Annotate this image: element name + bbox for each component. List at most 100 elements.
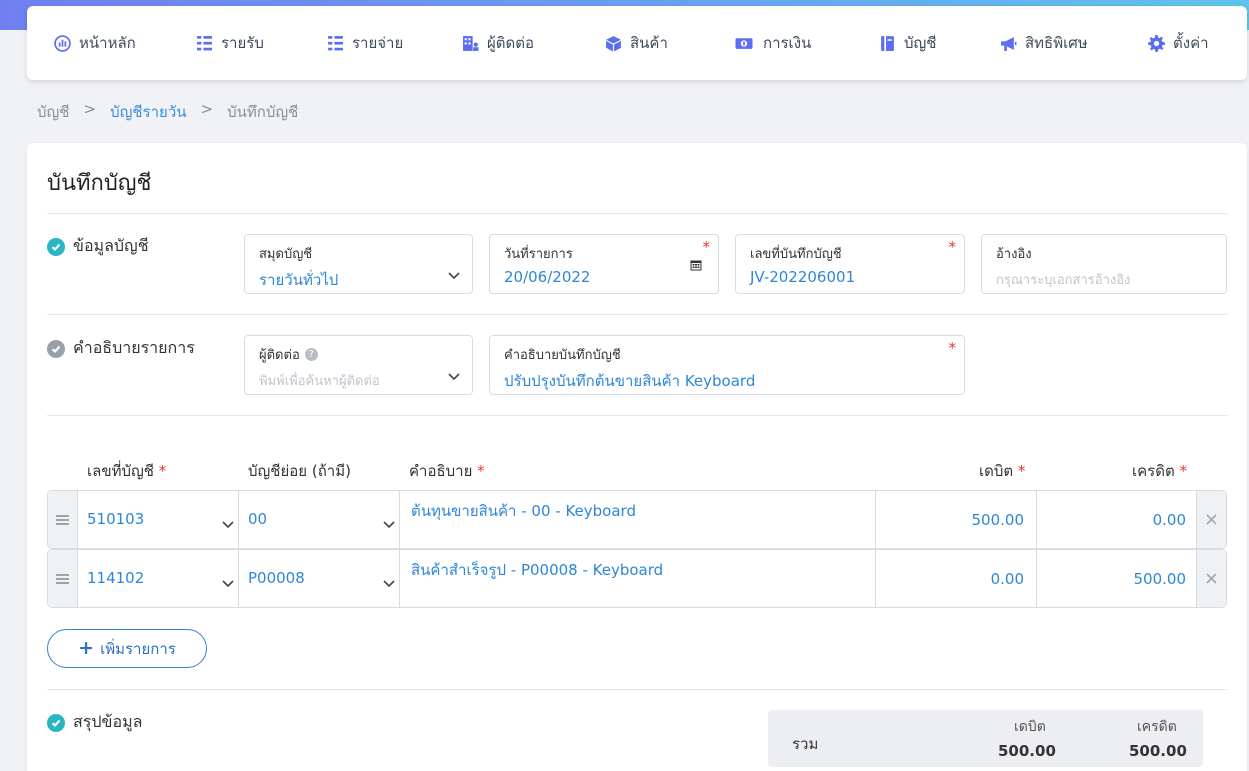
col-header-description: คำอธิบาย * [409,462,485,480]
breadcrumb-separator: > [83,100,97,118]
debit-input[interactable]: 500.00 [876,491,1037,548]
field-value: ปรับปรุงบันทึกต้นขายสินค้า Keyboard [504,372,756,390]
account-select[interactable]: 510103 [78,491,239,548]
breadcrumb-current: บันทึกบัญชี [227,103,299,121]
remove-row-button[interactable] [1196,491,1226,548]
nav-item-privileges[interactable]: สิทธิพิเศษ [1000,30,1088,56]
check-circle-icon [47,713,65,732]
chevron-down-icon [448,265,460,280]
sub-account-value: P00008 [248,569,305,587]
section-summary: สรุปข้อมูล [47,710,142,735]
memo-input[interactable]: คำอธิบายบันทึกบัญชี ปรับปรุงบันทึกต้นขาย… [489,335,965,395]
help-icon[interactable]: ? [304,348,318,361]
required-marker: * [948,238,957,256]
account-value: 510103 [87,510,145,528]
section-title: สรุปข้อมูล [73,712,143,731]
section-title: ข้อมูลบัญชี [73,236,149,255]
breadcrumb-daily-journal[interactable]: บัญชีรายวัน [110,100,186,124]
field-label: สมุดบัญชี [259,247,313,262]
contact-select[interactable]: ผู้ติดต่อ ? พิมพ์เพื่อค้นหาผู้ติดต่อ [244,335,473,395]
drag-handle-icon[interactable] [48,550,78,607]
add-line-label: เพิ่มรายการ [100,639,176,658]
divider [47,415,1227,416]
field-label: คำอธิบายบันทึกบัญชี [504,348,621,363]
nav-label: บัญชี [904,34,937,52]
field-label: วันที่รายการ [504,247,573,262]
ledger-book-icon [881,35,894,51]
description-input[interactable]: สินค้าสำเร็จรูป - P00008 - Keyboard [400,550,876,607]
section-description: คำอธิบายรายการ [47,336,195,361]
sub-account-select[interactable]: P00008 [239,550,400,607]
nav-item-dashboard[interactable]: หน้าหลัก [54,30,136,56]
add-line-button[interactable]: + เพิ่มรายการ [47,629,207,668]
account-select[interactable]: 114102 [78,550,239,607]
summary-debit-total: 500.00 [998,742,1056,760]
breadcrumb-separator: > [200,100,214,118]
drag-handle-icon[interactable] [48,491,78,548]
close-icon [1206,514,1217,525]
nav-label: ตั้งค่า [1173,34,1209,52]
field-value: 20/06/2022 [504,268,591,286]
debit-input[interactable]: 0.00 [876,550,1037,607]
nav-label: รายจ่าย [352,34,404,52]
dashboard-icon [54,34,71,52]
breadcrumb-accounting[interactable]: บัญชี [37,100,69,124]
nav-item-contacts[interactable]: ผู้ติดต่อ [462,30,534,56]
calendar-icon[interactable] [690,259,702,271]
money-icon [735,37,753,49]
nav-item-income[interactable]: รายรับ [196,30,264,56]
main-nav: หน้าหลัก รายรับ รายจ่าย ผู้ติดต่อ สินค้า… [27,6,1247,80]
field-value: รายวันทั่วไป [259,271,339,289]
credit-input[interactable]: 0.00 [1037,491,1198,548]
contacts-icon [463,35,479,51]
field-label: ผู้ติดต่อ ? [259,344,458,365]
summary-totals: รวม เดบิต เครดิต 500.00 500.00 [768,710,1203,767]
transaction-date-field[interactable]: วันที่รายการ 20/06/2022 * [489,234,719,294]
divider [47,213,1227,214]
chevron-down-icon [383,573,395,592]
sub-account-select[interactable]: 00 [239,491,400,548]
divider [47,314,1227,315]
summary-credit-total: 500.00 [1129,742,1187,760]
chevron-down-icon [222,573,234,592]
contact-label: ผู้ติดต่อ [259,348,300,363]
nav-label: สินค้า [630,34,668,52]
reference-input[interactable]: อ้างอิง กรุณาระบุเอกสารอ้างอิง [981,234,1227,294]
credit-value: 500.00 [1133,570,1187,588]
field-label: เลขที่บันทึกบัญชี [750,247,842,262]
nav-item-expense[interactable]: รายจ่าย [327,30,403,56]
total-label: รวม [792,735,819,753]
nav-item-accounting[interactable]: บัญชี [879,30,936,56]
nav-item-settings[interactable]: ตั้งค่า [1148,30,1209,56]
field-label: อ้างอิง [996,247,1032,262]
journal-select[interactable]: สมุดบัญชี รายวันทั่วไป [244,234,473,294]
journal-entry-card: บันทึกบัญชี ข้อมูลบัญชี สมุดบัญชี รายวัน… [27,143,1247,771]
gear-icon [1148,34,1165,52]
credit-input[interactable]: 500.00 [1037,550,1198,607]
chevron-down-icon [222,514,234,533]
section-title: คำอธิบายรายการ [73,338,195,357]
field-placeholder: พิมพ์เพื่อค้นหาผู้ติดต่อ [259,374,380,389]
col-header-credit: เครดิต * [1132,462,1187,480]
field-placeholder: กรุณาระบุเอกสารอ้างอิง [996,273,1131,288]
nav-item-finance[interactable]: การเงิน [733,30,811,56]
section-account-info: ข้อมูลบัญชี [47,234,149,259]
document-number-field[interactable]: เลขที่บันทึกบัญชี JV-202206001 * [735,234,965,294]
divider [47,689,1227,690]
col-header-debit: เดบิต * [979,462,1026,480]
income-list-icon [197,35,212,50]
debit-value: 500.00 [971,511,1025,529]
summary-debit-header: เดบิต [1014,719,1046,735]
nav-label: สิทธิพิเศษ [1025,34,1088,52]
remove-row-button[interactable] [1196,550,1226,607]
description-value: สินค้าสำเร็จรูป - P00008 - Keyboard [411,561,664,579]
nav-item-products[interactable]: สินค้า [605,30,668,56]
table-row: 510103 00 ต้นทุนขายสินค้า - 00 - Keyboar… [47,490,1227,549]
page-title: บันทึกบัญชี [47,171,152,196]
megaphone-icon [1001,36,1017,51]
chevron-down-icon [383,514,395,533]
col-header-sub-account: บัญชีย่อย (ถ้ามี) [248,462,351,480]
description-value: ต้นทุนขายสินค้า - 00 - Keyboard [411,502,636,520]
description-input[interactable]: ต้นทุนขายสินค้า - 00 - Keyboard [400,491,876,548]
credit-value: 0.00 [1152,511,1186,529]
